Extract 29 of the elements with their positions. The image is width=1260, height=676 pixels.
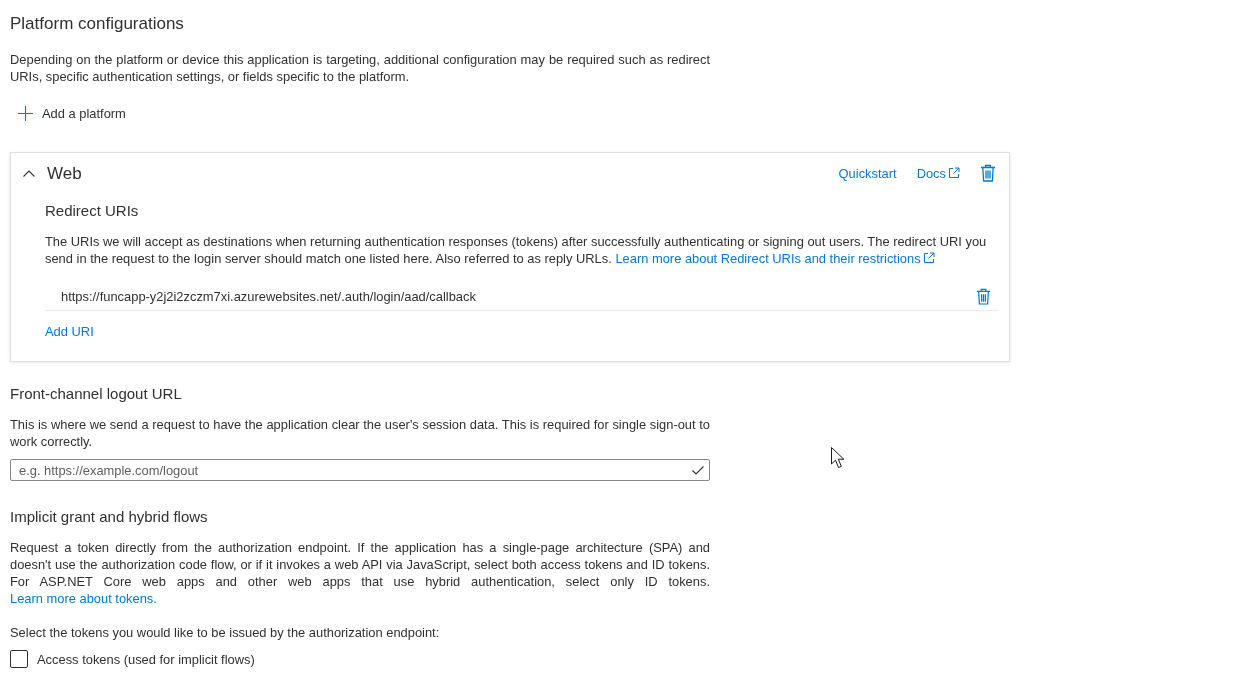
tokens-prompt: Select the tokens you would like to be issued by the authorization endpoint: (10, 624, 440, 641)
implicit-grant-title: Implicit grant and hybrid flows (10, 507, 208, 527)
checkbox[interactable] (10, 650, 28, 668)
checkbox-label: Access tokens (used for implicit flows) (37, 650, 255, 668)
front-channel-logout-description: This is where we send a request to have the application clear the user's session data. This is required for single sign-out to work correctly. (10, 416, 710, 450)
trash-icon (980, 164, 996, 182)
section-description: Depending on the platform or device this application is targeting, additional configuration may be required such as redirect URIs, specific authentication settings, or fields specific to the platform. (10, 51, 710, 85)
add-uri-link[interactable]: Add URI (45, 323, 94, 340)
plus-icon (18, 106, 33, 121)
redirect-uris-title: Redirect URIs (45, 201, 139, 221)
mouse-pointer-icon (831, 447, 845, 470)
implicit-grant-description: Request a token directly from the authorization endpoint. If the application has a single-page architecture (SPA) and doesn't use the authorization code flow, or if it invokes a web API via JavaScript, select both access tokens and ID tokens. For ASP.NET Core web apps and other web apps that use hybrid authentication, select only ID tokens. Learn more about tokens. (10, 539, 710, 607)
learn-more-link[interactable]: Learn more about Redirect URIs and their restrictions (615, 251, 935, 266)
trash-icon (976, 288, 991, 305)
collapse-button[interactable] (23, 169, 35, 177)
learn-more-link[interactable]: Learn more about tokens. (10, 591, 157, 606)
chevron-up-icon (23, 169, 35, 177)
external-link-icon (922, 252, 935, 264)
add-platform-button[interactable]: Add a platform (18, 101, 126, 126)
redirect-uri: https://funcapp-y2j2i2zczm7xi.azurewebsites.net/.auth/login/aad/callback (61, 288, 476, 305)
platform-name: Web (47, 164, 82, 182)
logout-url-field[interactable]: e.g. https://example.com/logout (10, 459, 710, 481)
section-title: Platform configurations (10, 13, 184, 35)
docs-link[interactable]: Docs (916, 164, 960, 182)
delete-platform-button[interactable] (980, 164, 996, 182)
redirect-uris-description: The URIs we will accept as destinations when returning authentication responses (tokens) after successfully authenticating or signing out users. The redirect URI you send in the request to the login server should match one listed here. Also referred to as reply URLs. Learn more about Redirect URIs and their restrictions (45, 233, 988, 267)
front-channel-logout-title: Front-channel logout URL (10, 384, 182, 404)
delete-uri-button[interactable] (976, 288, 991, 305)
quickstart-link[interactable]: Quickstart (838, 164, 897, 182)
